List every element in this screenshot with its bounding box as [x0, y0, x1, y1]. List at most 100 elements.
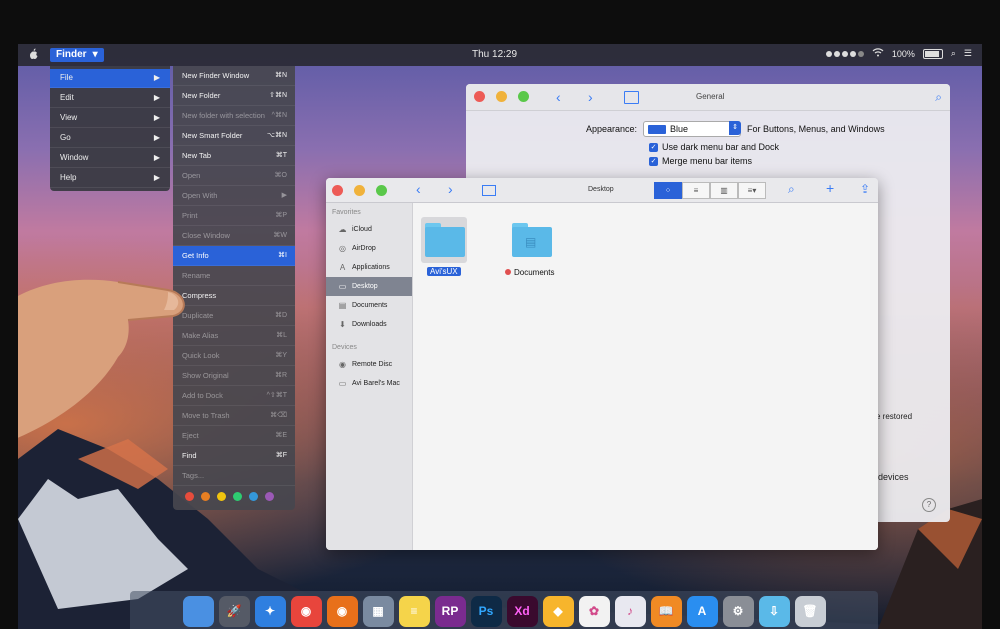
menu-item-tags[interactable]: Tags... [173, 466, 295, 486]
battery-icon[interactable] [922, 48, 943, 59]
tag-color-dot[interactable] [265, 492, 274, 501]
forward-arrow-icon[interactable]: › [448, 181, 453, 197]
menu-item-shortcut: ⌘I [278, 252, 287, 259]
xd-icon[interactable]: Xd [506, 595, 538, 627]
devices-heading: Devices [332, 344, 357, 351]
back-arrow-icon[interactable]: ‹ [416, 181, 421, 197]
wifi-icon[interactable] [872, 48, 884, 59]
checkbox-checked-icon[interactable]: ✓ [649, 156, 658, 166]
submenu-arrow-icon: ▶ [153, 93, 160, 102]
appearance-row: Appearance: Blue ⇕ For Buttons, Menus, a… [586, 121, 885, 137]
menu-item-print[interactable]: Print ⌘P [173, 206, 295, 226]
column-view-icon[interactable]: ▥ [710, 182, 738, 199]
close-button[interactable] [474, 91, 485, 102]
spotlight-search-icon[interactable]: ⌕ [951, 48, 956, 59]
search-icon[interactable]: ⌕ [788, 182, 795, 197]
file-name[interactable]: Avi'sUX [427, 267, 461, 276]
close-button[interactable] [332, 185, 343, 196]
safari-icon[interactable]: ✦ [254, 595, 286, 627]
appearance-popup[interactable]: Blue ⇕ [643, 121, 742, 137]
menu-item-window[interactable]: Window ▶ [50, 149, 170, 168]
search-icon[interactable]: ⌕ [935, 90, 942, 105]
merge-menu-checkbox-row[interactable]: ✓ Merge menu bar items [649, 156, 752, 166]
launchpad-icon[interactable]: 🚀 [218, 595, 250, 627]
tag-color-dot[interactable] [201, 492, 210, 501]
add-icon[interactable]: + [826, 180, 834, 196]
menu-item-go[interactable]: Go ▶ [50, 129, 170, 148]
folder-icon[interactable] [422, 223, 468, 261]
apple-icon[interactable] [28, 48, 40, 60]
finder-toolbar: ‹ › Desktop ⁘ ≡ ▥ ≡▾ ⌕ + ⇪ [326, 178, 878, 203]
trash-icon[interactable]: 🗑 [794, 595, 826, 627]
rp-icon[interactable]: RP [434, 595, 466, 627]
menubar-clock[interactable]: Thu 12:29 [472, 49, 517, 60]
menu-item-new-folder-with-selection[interactable]: New folder with selection ^⌘N [173, 106, 295, 126]
ibooks-icon[interactable]: 📖 [650, 595, 682, 627]
dark-menu-checkbox-row[interactable]: ✓ Use dark menu bar and Dock [649, 142, 779, 152]
menu-item-view[interactable]: View ▶ [50, 109, 170, 128]
sketch-icon[interactable]: ◆ [542, 595, 574, 627]
menu-item-label: Close Window [182, 231, 230, 240]
finder-menu-title[interactable]: Finder ▾ [50, 48, 104, 62]
icon-view-icon[interactable]: ⁘ [654, 182, 682, 199]
menu-item-help[interactable]: Help ▶ [50, 169, 170, 188]
sidebar-item-label: AirDrop [352, 245, 376, 252]
finder-icon[interactable] [182, 595, 214, 627]
group-view-icon[interactable]: ≡▾ [738, 182, 766, 199]
downloads-folder-icon[interactable]: ⇩ [758, 595, 790, 627]
sidebar-item-documents[interactable]: ▤ Documents [326, 296, 412, 315]
help-button[interactable]: ? [922, 498, 936, 512]
back-arrow-icon[interactable]: ‹ [556, 89, 561, 105]
menu-item-edit[interactable]: Edit ▶ [50, 89, 170, 108]
menu-item-label: New Folder [182, 91, 221, 100]
file-name[interactable]: Documents [505, 268, 554, 277]
notification-center-icon[interactable]: ☰ [964, 48, 972, 59]
menu-item-open[interactable]: Open ⌘O [173, 166, 295, 186]
minimize-button[interactable] [354, 185, 365, 196]
menu-item-label: File [60, 73, 73, 82]
chrome-icon[interactable]: ◉ [290, 595, 322, 627]
menu-item-new-folder[interactable]: New Folder ⇧⌘N [173, 86, 295, 106]
appstore-icon[interactable]: A [686, 595, 718, 627]
menu-item-get-info[interactable]: Get Info ⌘I [173, 246, 295, 266]
sidebar-item-airdrop[interactable]: ◎ AirDrop [326, 239, 412, 258]
forward-arrow-icon[interactable]: › [588, 89, 593, 105]
checkbox-checked-icon[interactable]: ✓ [649, 142, 658, 152]
zoom-button[interactable] [376, 185, 387, 196]
menu-item-label: Print [182, 211, 198, 220]
menu-item-shortcut: ⌘⌫ [270, 412, 287, 419]
tag-color-dot[interactable] [185, 492, 194, 501]
minimize-button[interactable] [496, 91, 507, 102]
firefox-icon[interactable]: ◉ [326, 595, 358, 627]
signal-dots-icon[interactable] [825, 50, 864, 57]
documents-icon: ▤ [338, 301, 347, 310]
tag-color-dot[interactable] [249, 492, 258, 501]
sidebar-item-applications[interactable]: A Applications [326, 258, 412, 277]
sidebar-item-remote-disc[interactable]: ◉ Remote Disc [326, 355, 412, 374]
sidebar-item-icloud[interactable]: ☁ iCloud [326, 220, 412, 239]
list-view-icon[interactable]: ≡ [682, 182, 710, 199]
photos-icon[interactable]: ✿ [578, 595, 610, 627]
menu-item-new-finder-window[interactable]: New Finder Window ⌘N [173, 66, 295, 86]
menu-item-new-smart-folder[interactable]: New Smart Folder ⌥⌘N [173, 126, 295, 146]
documents-folder-icon[interactable]: ▤ [509, 223, 555, 261]
zoom-button[interactable] [518, 91, 529, 102]
tag-color-dot[interactable] [233, 492, 242, 501]
menu-item-close-window[interactable]: Close Window ⌘W [173, 226, 295, 246]
menu-item-open-with[interactable]: Open With ▶ [173, 186, 295, 206]
share-icon[interactable]: ⇪ [860, 182, 870, 196]
itunes-icon[interactable]: ♪ [614, 595, 646, 627]
sidebar-toggle-icon[interactable] [482, 185, 496, 196]
system-preferences-icon[interactable]: ⚙ [722, 595, 754, 627]
show-all-grid-icon[interactable] [624, 91, 639, 104]
menu-item-new-tab[interactable]: New Tab ⌘T [173, 146, 295, 166]
sidebar-item-mac[interactable]: ▭ Avi Barel's Mac [326, 374, 412, 393]
menu-item-file[interactable]: File ▶ [50, 69, 170, 88]
photoshop-icon[interactable]: Ps [470, 595, 502, 627]
sidebar-item-desktop[interactable]: ▭ Desktop [326, 277, 412, 296]
tag-color-dot[interactable] [217, 492, 226, 501]
sidebar-item-downloads[interactable]: ⬇ Downloads [326, 315, 412, 334]
notes-icon[interactable]: ≡ [398, 595, 430, 627]
menu-item-label: Tags... [182, 471, 205, 480]
preview-icon[interactable]: ▦ [362, 595, 394, 627]
